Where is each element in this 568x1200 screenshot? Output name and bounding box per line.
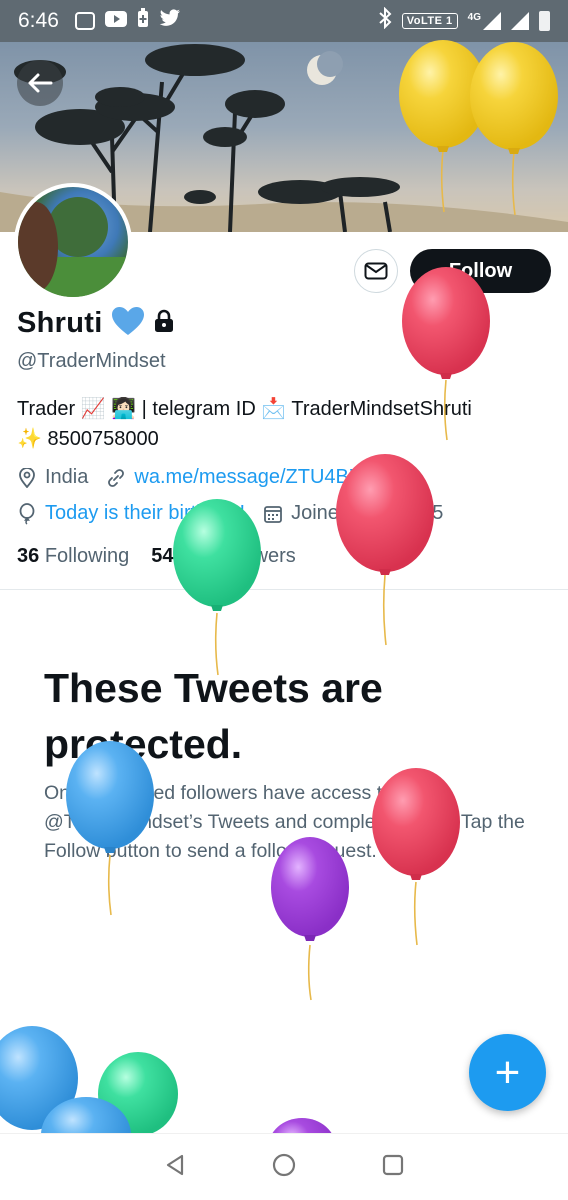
nav-recents-button[interactable] [382, 1154, 404, 1181]
birthday-joined-row: Today is their birthday! Joined May 2015 [17, 502, 443, 525]
back-button[interactable] [17, 60, 63, 106]
followers-link[interactable]: 54.8K Followers [151, 545, 296, 568]
profile-handle: @TraderMindset [17, 350, 166, 372]
lock-icon [153, 309, 175, 338]
plus-icon: + [494, 1047, 521, 1097]
notification-app-icon [74, 12, 95, 30]
birthday-text: Today is their birthday! [45, 502, 246, 524]
signal-4g-icon: 4G [468, 12, 501, 30]
triangle-back-icon [166, 1154, 184, 1175]
location-website-row: India wa.me/message/ZTU4BZ... [17, 466, 378, 489]
profile-location: India [45, 466, 89, 488]
twitter-bird-icon [159, 9, 181, 33]
divider [0, 589, 568, 590]
follow-stats: 36 Following 54.8K Followers [17, 545, 296, 568]
name-row: Shruti [17, 306, 175, 341]
envelope-icon [364, 262, 388, 280]
message-button[interactable] [354, 249, 398, 293]
calendar-icon [263, 504, 283, 524]
bio-line: ✨ 8500758000 [17, 428, 159, 450]
circle-home-icon [272, 1153, 296, 1176]
location-pin-icon [17, 467, 37, 488]
more-dot-icon [529, 71, 535, 77]
profile-bio: Trader 📈 👩🏻‍💻 | telegram ID 📩 TraderMind… [17, 394, 547, 454]
bluetooth-icon [378, 6, 392, 35]
status-time: 6:46 [18, 9, 59, 32]
link-icon [106, 468, 126, 488]
website-link[interactable]: wa.me/message/ZTU4BZ... [134, 466, 377, 489]
avatar[interactable] [14, 183, 132, 301]
android-nav-bar [0, 1133, 568, 1200]
protected-description: Only confirmed followers have access to … [44, 782, 525, 862]
nav-back-button[interactable] [164, 1154, 186, 1181]
status-bar: 6:46 VoLTE 1 4G [0, 0, 568, 42]
profile-name: Shruti [17, 307, 103, 339]
battery-icon [539, 11, 550, 31]
battery-saver-icon [137, 8, 149, 34]
volte-badge: VoLTE 1 [401, 13, 458, 29]
signal-strength-icon [511, 12, 529, 30]
joined-date: Joined May 2015 [291, 502, 444, 524]
following-link[interactable]: 36 Following [17, 545, 129, 568]
compose-tweet-button[interactable]: + [469, 1034, 546, 1111]
follow-button[interactable]: Follow [410, 249, 551, 293]
balloon-icon [17, 502, 37, 525]
square-recents-icon [382, 1154, 404, 1175]
youtube-icon [104, 10, 127, 33]
protected-title: These Tweets are protected. [44, 665, 383, 767]
arrow-left-icon [28, 73, 53, 93]
more-options-button[interactable] [509, 60, 555, 106]
nav-home-button[interactable] [272, 1153, 296, 1182]
blue-heart-icon [111, 306, 145, 341]
bio-line: Trader 📈 👩🏻‍💻 | telegram ID 📩 TraderMind… [17, 398, 472, 420]
